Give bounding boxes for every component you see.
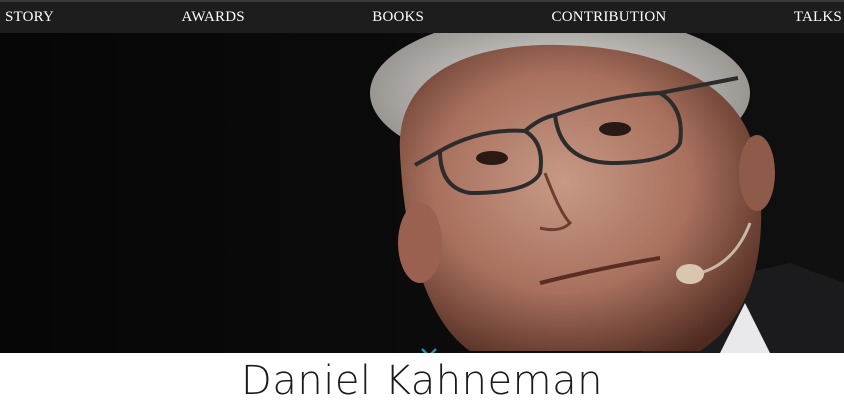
double-chevron-down-icon[interactable] [419,344,439,353]
nav-contribution[interactable]: CONTRIBUTION [552,10,667,25]
hero-banner [0,33,844,353]
nav-story[interactable]: STORY [5,10,54,25]
nav-talks[interactable]: TALKS [794,10,842,25]
portrait-photo [0,33,844,353]
person-name-heading: Daniel Kahneman [241,358,603,404]
nav-awards[interactable]: AWARDS [181,10,244,25]
top-navigation: STORY AWARDS BOOKS CONTRIBUTION TALKS [0,0,844,33]
nav-books[interactable]: BOOKS [372,10,424,25]
